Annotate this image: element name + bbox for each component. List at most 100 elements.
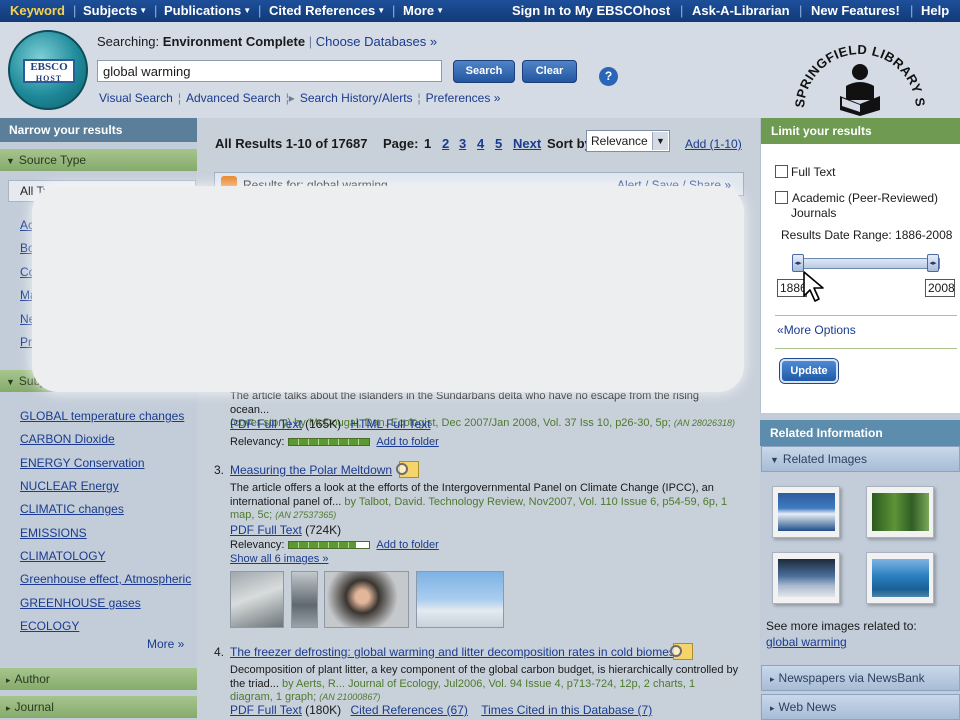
times-cited-link[interactable]: Times Cited in this Database (7) (481, 703, 652, 717)
update-button[interactable]: Update (780, 359, 838, 383)
searching-label: Searching: (97, 34, 160, 49)
full-text-label: Full Text (791, 165, 836, 179)
add-to-folder-link[interactable]: Add to folder (376, 539, 438, 551)
relevancy-meter (288, 541, 371, 550)
subject-link[interactable]: GLOBAL temperature changes (20, 409, 184, 423)
web-news-header[interactable]: ▸ Web News (761, 694, 960, 720)
nav-subjects-label: Subjects (83, 3, 138, 18)
slider-max-handle[interactable]: ◂▸ (927, 254, 939, 272)
triangle-right-icon: ▸ (6, 675, 11, 685)
nav-ask-librarian[interactable]: Ask-A-Librarian (692, 3, 790, 18)
next-page-link[interactable]: Next (513, 136, 541, 151)
related-image[interactable] (866, 552, 934, 604)
subject-link[interactable]: Greenhouse effect, Atmospheric (20, 572, 191, 586)
cited-references-link[interactable]: Cited References (67) (351, 703, 468, 717)
page-link[interactable]: 2 (442, 136, 449, 151)
page-link[interactable]: 3 (459, 136, 466, 151)
newspapers-header[interactable]: ▸ Newspapers via NewsBank (761, 665, 960, 691)
related-image[interactable] (772, 552, 840, 604)
related-image[interactable] (772, 486, 840, 538)
preview-magnifier-icon[interactable] (670, 643, 694, 660)
header-links: Visual Search ¦ Advanced Search ¦▸ Search Hi… (99, 91, 500, 105)
separator: | (308, 34, 313, 49)
nav-separator: | (799, 3, 803, 18)
top-navigation-bar: Keyword | Subjects ▼ | Publications ▼ | Ci… (0, 0, 960, 22)
accession-number: (AN 28026318) (673, 418, 735, 428)
nav-more[interactable]: More ▼ (403, 3, 444, 18)
dropdown-arrow-icon: ▼ (652, 132, 668, 150)
search-input[interactable]: global warming (97, 60, 442, 82)
search-history-link[interactable]: Search History/Alerts (300, 91, 413, 105)
add-to-folder-link[interactable]: Add to folder (376, 436, 438, 448)
result-title-link[interactable]: The freezer defrosting: global warming a… (230, 645, 675, 660)
preview-magnifier-icon[interactable] (396, 461, 420, 478)
choose-databases-link[interactable]: Choose Databases » (316, 34, 437, 49)
ebsco-host-logo[interactable]: EBSCO HOST (8, 30, 88, 110)
academic-journals-checkbox[interactable] (775, 191, 788, 204)
related-image[interactable] (866, 486, 934, 538)
html-full-text-link[interactable]: HTML Full Text (351, 417, 431, 431)
result-thumbnail[interactable] (291, 571, 318, 628)
nav-separator: | (73, 3, 77, 18)
result-thumbnail[interactable] (324, 571, 409, 628)
visual-search-link[interactable]: Visual Search (99, 91, 173, 105)
subject-link[interactable]: ENERGY Conservation (20, 456, 145, 470)
subject-link[interactable]: EMISSIONS (20, 526, 87, 540)
subject-link[interactable]: ECOLOGY (20, 619, 79, 633)
limit-results-heading: Limit your results (761, 118, 960, 144)
facet-journal[interactable]: ▸ Journal (0, 696, 197, 718)
more-options-link[interactable]: «More Options (777, 323, 856, 337)
nav-publications[interactable]: Publications ▼ (164, 3, 251, 18)
result-title-link[interactable]: Measuring the Polar Meltdown (230, 463, 392, 478)
result-thumbnail[interactable] (416, 571, 504, 628)
nav-sign-in[interactable]: Sign In to My EBSCOhost (512, 3, 670, 18)
result-thumbnail[interactable] (230, 571, 284, 628)
search-button[interactable]: Search (453, 60, 515, 83)
relevancy-row: Relevancy: Add to folder (230, 436, 439, 450)
related-images-header[interactable]: ▼ Related Images (761, 446, 960, 472)
subject-link[interactable]: CLIMATOLOGY (20, 549, 106, 563)
sort-select[interactable]: Relevance ▼ (586, 130, 670, 152)
page-link[interactable]: 4 (477, 136, 484, 151)
pdf-full-text-link[interactable]: PDF Full Text (230, 703, 302, 717)
help-icon[interactable]: ? (599, 67, 618, 86)
limit-results-sidebar: Limit your results Full Text Academic (P… (760, 118, 960, 720)
caret-down-icon: ▼ (139, 6, 148, 15)
see-more-images: See more images related to: global warmi… (766, 618, 917, 650)
preferences-link[interactable]: Preferences » (426, 91, 501, 105)
triangle-right-icon: ▸ (6, 703, 11, 713)
result-abstract: The article offers a look at the efforts… (230, 482, 740, 523)
triangle-down-icon: ▼ (770, 455, 779, 465)
year-max-input[interactable]: 2008 (925, 279, 955, 297)
date-range-slider[interactable] (794, 258, 940, 269)
show-all-images-link[interactable]: Show all 6 images » (230, 553, 328, 567)
nav-subjects[interactable]: Subjects ▼ (83, 3, 147, 18)
more-subjects-link[interactable]: More » (147, 637, 184, 651)
advanced-search-link[interactable]: Advanced Search (186, 91, 281, 105)
facet-author[interactable]: ▸ Author (0, 668, 197, 690)
pdf-full-text-link[interactable]: PDF Full Text (230, 417, 302, 431)
result-item: 4. The freezer defrosting: global warmin… (214, 643, 749, 720)
subject-link[interactable]: CLIMATIC changes (20, 502, 124, 516)
separator: ¦ (417, 91, 421, 105)
page-link[interactable]: 5 (495, 136, 502, 151)
nav-new-features[interactable]: New Features! (811, 3, 900, 18)
subject-link[interactable]: GREENHOUSE gases (20, 596, 141, 610)
clear-button[interactable]: Clear (522, 60, 577, 83)
full-text-links: PDF Full Text (724K) (230, 523, 341, 538)
facet-label: Author (14, 672, 50, 686)
nav-cited-references[interactable]: Cited References ▼ (269, 3, 385, 18)
subject-link[interactable]: NUCLEAR Energy (20, 479, 119, 493)
nav-help[interactable]: Help (921, 3, 949, 18)
full-text-checkbox[interactable] (775, 165, 788, 178)
subject-link[interactable]: CARBON Dioxide (20, 432, 115, 446)
nav-separator: | (680, 3, 684, 18)
pdf-full-text-link[interactable]: PDF Full Text (230, 523, 302, 537)
nav-keyword[interactable]: Keyword (10, 3, 65, 18)
see-more-images-link[interactable]: global warming (766, 635, 847, 649)
page-label: Page: (383, 136, 419, 151)
full-text-links: PDF Full Text (165K) HTML Full Text (230, 417, 431, 432)
add-results-link[interactable]: Add (1-10) (685, 137, 742, 151)
abstract-text: The article talks about the islanders in… (230, 390, 699, 416)
facet-source-type[interactable]: ▼ Source Type (0, 149, 197, 171)
